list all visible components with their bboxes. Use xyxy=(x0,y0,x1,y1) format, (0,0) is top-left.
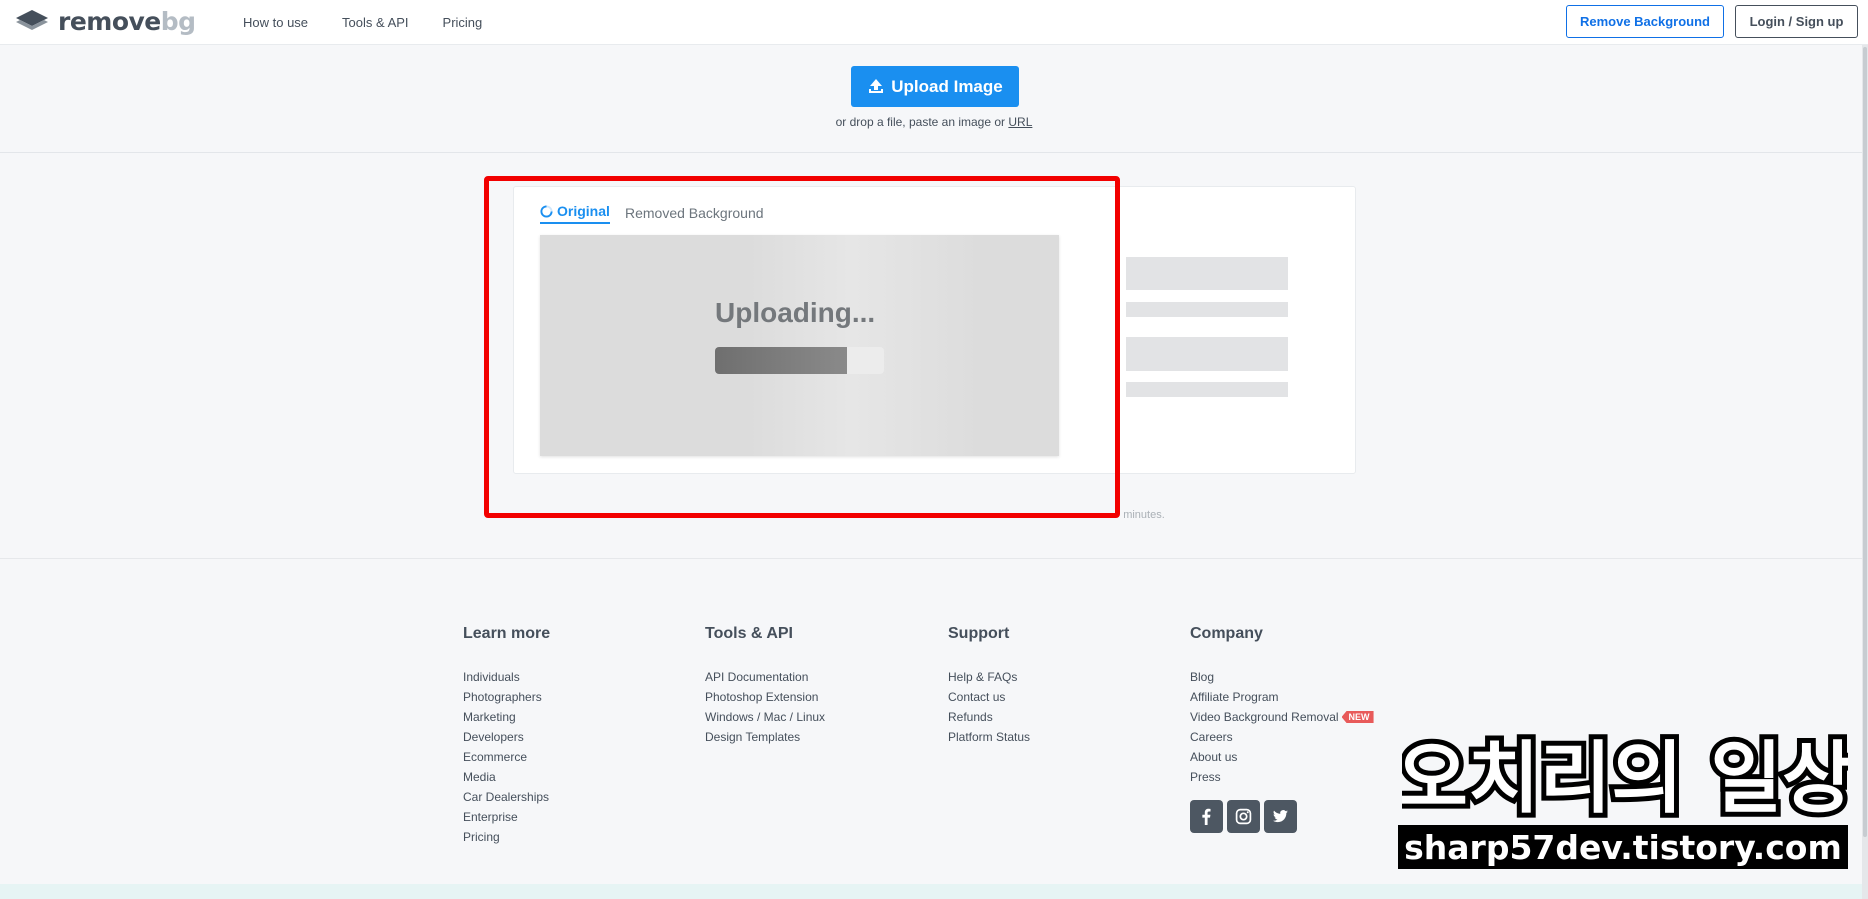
nav-how-to-use[interactable]: How to use xyxy=(243,15,308,30)
footer-company: Company Blog Affiliate Program Video Bac… xyxy=(1190,625,1374,787)
footer-link[interactable]: Individuals xyxy=(463,667,550,687)
footer-col-title: Company xyxy=(1190,625,1263,642)
highlight-box xyxy=(484,176,1120,518)
footer-link[interactable]: Contact us xyxy=(948,687,1030,707)
layers-logo-icon xyxy=(16,10,48,30)
logo-text: removebg xyxy=(58,7,196,36)
footer-link[interactable]: Help & FAQs xyxy=(948,667,1030,687)
facebook-button[interactable] xyxy=(1190,800,1223,833)
top-navbar: removebg How to use Tools & API Pricing … xyxy=(0,0,1868,45)
twitter-button[interactable] xyxy=(1264,800,1297,833)
skeleton-block xyxy=(1126,257,1288,290)
footer-link[interactable]: Media xyxy=(463,767,550,787)
new-badge: NEW xyxy=(1341,711,1374,723)
login-signup-button[interactable]: Login / Sign up xyxy=(1735,5,1858,38)
drop-hint-text: or drop a file, paste an image or xyxy=(835,115,1006,129)
footer-link[interactable]: Design Templates xyxy=(705,727,825,747)
footer-learn-more: Learn more Individuals Photographers Mar… xyxy=(463,625,550,847)
footer-link[interactable]: Enterprise xyxy=(463,807,550,827)
watermark-url: sharp57dev.tistory.com xyxy=(1398,825,1848,869)
upload-icon xyxy=(869,78,884,93)
facebook-icon xyxy=(1202,808,1211,825)
remove-background-button[interactable]: Remove Background xyxy=(1566,5,1724,38)
bottom-strip xyxy=(0,884,1862,899)
instagram-button[interactable] xyxy=(1227,800,1260,833)
footer-link-video-bg-removal[interactable]: Video Background Removal NEW xyxy=(1190,707,1374,727)
footer-link[interactable]: Photoshop Extension xyxy=(705,687,825,707)
footer-link-label: Video Background Removal xyxy=(1190,710,1339,724)
footer-link[interactable]: About us xyxy=(1190,747,1374,767)
nav-tools-api[interactable]: Tools & API xyxy=(342,15,408,30)
instagram-icon xyxy=(1235,808,1252,825)
footer-link[interactable]: Pricing xyxy=(463,827,550,847)
footer-link[interactable]: API Documentation xyxy=(705,667,825,687)
footer-support: Support Help & FAQs Contact us Refunds P… xyxy=(948,625,1030,747)
social-links xyxy=(1190,800,1297,833)
footer-link[interactable]: Blog xyxy=(1190,667,1374,687)
footer-link[interactable]: Marketing xyxy=(463,707,550,727)
footer-link[interactable]: Careers xyxy=(1190,727,1374,747)
scrollbar-thumb[interactable] xyxy=(1863,47,1867,837)
main-nav: How to use Tools & API Pricing xyxy=(243,0,516,45)
footer-link[interactable]: Affiliate Program xyxy=(1190,687,1374,707)
footer-link[interactable]: Developers xyxy=(463,727,550,747)
note-text: minutes. xyxy=(1123,509,1165,521)
footer-tools-api: Tools & API API Documentation Photoshop … xyxy=(705,625,825,747)
footer-link[interactable]: Platform Status xyxy=(948,727,1030,747)
twitter-icon xyxy=(1273,810,1288,823)
skeleton-line xyxy=(1126,302,1288,317)
nav-pricing[interactable]: Pricing xyxy=(443,15,483,30)
upload-button-label: Upload Image xyxy=(891,76,1003,96)
watermark-korean-title: 오치리의 일상 xyxy=(1402,729,1848,822)
section-divider xyxy=(0,558,1862,559)
footer-col-title: Support xyxy=(948,625,1010,642)
footer-link[interactable]: Car Dealerships xyxy=(463,787,550,807)
download-note: minutes. xyxy=(0,509,1868,521)
footer-link[interactable]: Photographers xyxy=(463,687,550,707)
url-link[interactable]: URL xyxy=(1008,115,1032,129)
drop-hint: or drop a file, paste an image or URL xyxy=(0,115,1868,129)
skeleton-line xyxy=(1126,382,1288,397)
page-scrollbar[interactable] xyxy=(1862,45,1868,899)
svg-text:오치리의 일상: 오치리의 일상 xyxy=(1402,734,1848,822)
footer-link[interactable]: Windows / Mac / Linux xyxy=(705,707,825,727)
footer-link[interactable]: Press xyxy=(1190,767,1374,787)
footer-link[interactable]: Ecommerce xyxy=(463,747,550,767)
footer-col-title: Tools & API xyxy=(705,625,793,642)
skeleton-block xyxy=(1126,337,1288,371)
remove-bg-logo[interactable]: removebg xyxy=(14,8,196,36)
footer-col-title: Learn more xyxy=(463,625,551,642)
footer-link[interactable]: Refunds xyxy=(948,707,1030,727)
upload-image-button[interactable]: Upload Image xyxy=(851,66,1019,107)
upload-section: Upload Image or drop a file, paste an im… xyxy=(0,45,1862,153)
